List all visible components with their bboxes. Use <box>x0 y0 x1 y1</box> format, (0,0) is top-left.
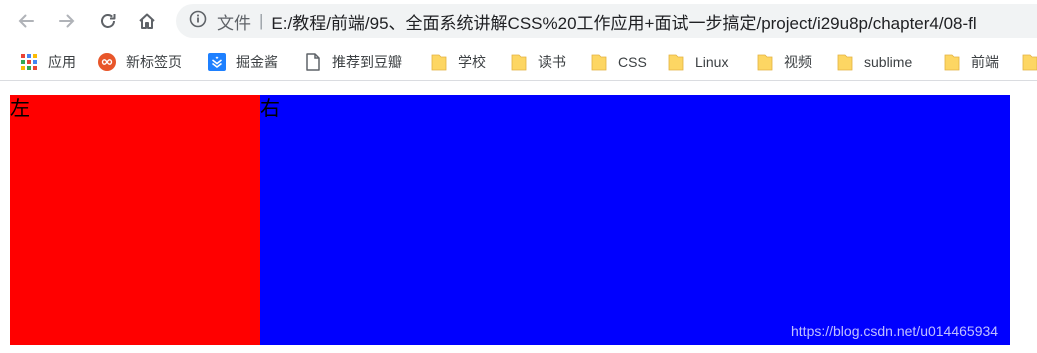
bookmark-douban[interactable]: 推荐到豆瓣 <box>304 43 402 80</box>
bookmark-label: 视频 <box>784 54 812 70</box>
folder-icon <box>943 53 961 71</box>
bookmark-new-tab[interactable]: 新标签页 <box>98 43 182 80</box>
folder-icon <box>1021 53 1037 71</box>
bookmark-label: Linux <box>695 54 729 70</box>
watermark: https://blog.csdn.net/u014465934 <box>791 323 999 339</box>
arrow-left-icon <box>16 11 36 31</box>
bookmark-apps[interactable]: 应用 <box>20 43 76 80</box>
reload-button[interactable] <box>95 8 121 34</box>
bookmark-folder-school[interactable]: 学校 <box>430 43 486 80</box>
info-icon[interactable] <box>189 10 207 33</box>
home-icon <box>137 11 157 31</box>
back-button[interactable] <box>13 8 39 34</box>
forward-button[interactable] <box>54 8 80 34</box>
infinity-icon <box>98 53 116 71</box>
folder-icon <box>510 53 528 71</box>
bookmark-folder-overflow[interactable] <box>1021 43 1037 80</box>
bookmark-folder-frontend[interactable]: 前端 <box>943 43 999 80</box>
address-url[interactable]: E:/教程/前端/95、全面系统讲解CSS%20工作应用+面试一步搞定/proj… <box>271 9 976 34</box>
home-button[interactable] <box>134 8 160 34</box>
arrow-right-icon <box>57 11 77 31</box>
bookmark-label: sublime <box>864 54 913 70</box>
juejin-icon <box>208 53 226 71</box>
folder-icon <box>590 53 608 71</box>
address-separator: | <box>259 11 264 30</box>
bookmark-folder-video[interactable]: 视频 <box>756 43 812 80</box>
bookmark-folder-linux[interactable]: Linux <box>667 43 729 80</box>
folder-icon <box>667 53 685 71</box>
page-icon <box>304 53 322 71</box>
apps-grid-icon <box>20 53 38 71</box>
folder-icon <box>756 53 774 71</box>
right-column-text: 右 <box>260 98 280 120</box>
bookmark-label: CSS <box>618 54 647 70</box>
left-column-text: 左 <box>10 98 30 120</box>
address-bar[interactable]: 文件 | E:/教程/前端/95、全面系统讲解CSS%20工作应用+面试一步搞定… <box>176 4 1037 38</box>
flex-container: 左 右 <box>10 95 1010 345</box>
bookmark-folder-css[interactable]: CSS <box>590 43 647 80</box>
bookmark-folder-reading[interactable]: 读书 <box>510 43 566 80</box>
bookmarks-bar: 应用 新标签页 掘金酱 推荐到豆瓣 学校 读书 CSS Linux 视频 sub… <box>0 43 1037 81</box>
browser-toolbar: 文件 | E:/教程/前端/95、全面系统讲解CSS%20工作应用+面试一步搞定… <box>0 0 1037 43</box>
folder-icon <box>430 53 448 71</box>
reload-icon <box>98 11 118 31</box>
folder-icon <box>836 53 854 71</box>
bookmark-folder-sublime[interactable]: sublime <box>836 43 913 80</box>
page-content: 左 右 https://blog.csdn.net/u014465934 <box>0 82 1037 353</box>
bookmark-juejin[interactable]: 掘金酱 <box>208 43 278 80</box>
bookmark-label: 前端 <box>971 54 999 70</box>
bookmark-label: 应用 <box>48 54 76 70</box>
bookmark-label: 读书 <box>538 54 566 70</box>
left-column: 左 <box>10 95 260 345</box>
bookmark-label: 推荐到豆瓣 <box>332 54 402 70</box>
address-scheme-label: 文件 <box>217 13 251 33</box>
bookmark-label: 掘金酱 <box>236 54 278 70</box>
bookmark-label: 新标签页 <box>126 54 182 70</box>
bookmark-label: 学校 <box>458 54 486 70</box>
right-column: 右 <box>260 95 1010 345</box>
